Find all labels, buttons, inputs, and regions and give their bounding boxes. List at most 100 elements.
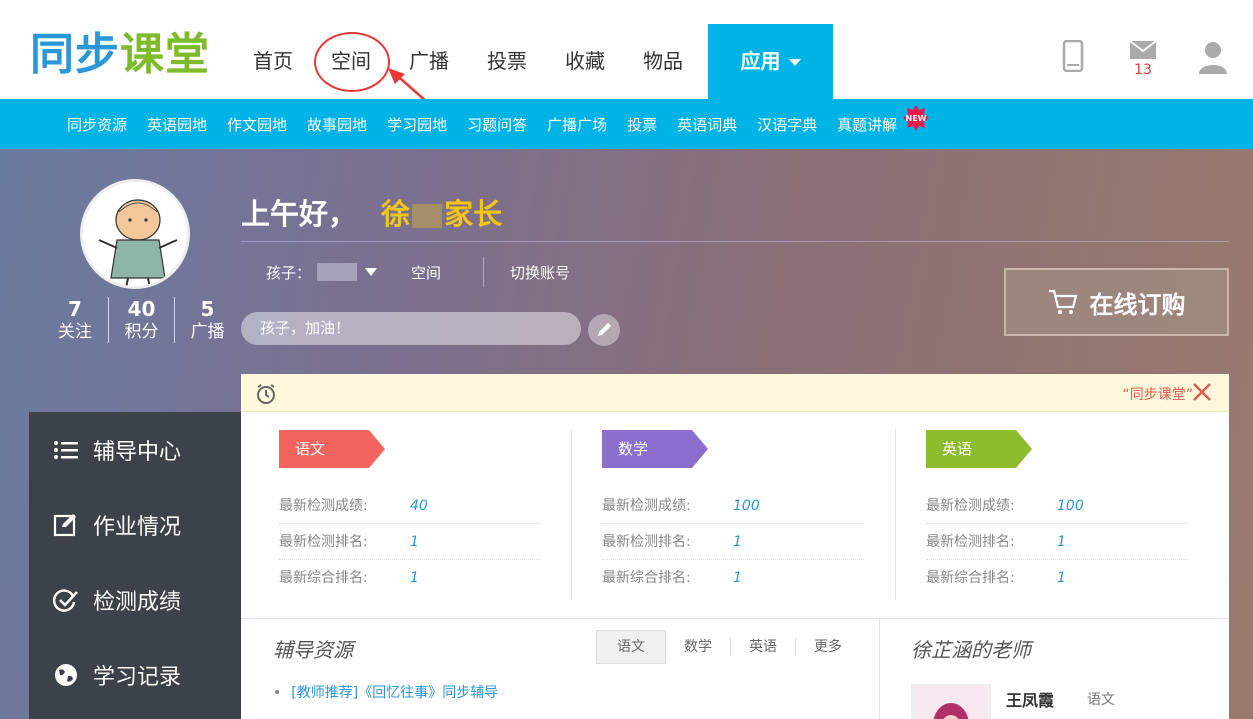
subject-card-yingyu: 英语 最新检测成绩: 100 最新检测排名: 1 最新综合排名: 1 [926,430,1188,596]
menu-item-study-records-label: 学习记录 [93,664,182,690]
subnav-item-sync-resources[interactable]: 同步资源 [57,114,137,135]
stat-broadcast[interactable]: 5 广播 [174,297,240,343]
main-nav: 首页 空间 广播 投票 收藏 物品 应用 [234,24,833,99]
child-select-caret-icon[interactable] [365,268,378,276]
child-space-link[interactable]: 空间 [411,262,441,283]
stat-following-label: 关注 [58,322,92,342]
section-divider [241,618,1229,619]
tab-yingyu[interactable]: 英语 [730,638,795,656]
nav-item-space[interactable]: 空间 [312,24,390,99]
subnav-item-essay-garden[interactable]: 作文园地 [217,114,297,135]
site-logo[interactable]: 同步课堂 [30,30,210,80]
subnav-item-chinese-dict[interactable]: 汉语字典 [747,114,827,135]
row-key: 最新检测成绩: [602,498,691,514]
subject-tag-yuwen[interactable]: 语文 [279,430,385,468]
subject-tag-shuxue[interactable]: 数学 [602,430,708,468]
cart-icon [1048,289,1077,314]
nav-item-apps[interactable]: 应用 [708,24,833,99]
motto-field[interactable]: 孩子，加油！ [241,312,581,345]
subject-card-yuwen: 语文 最新检测成绩: 40 最新检测排名: 1 最新综合排名: 1 [279,430,541,596]
nav-item-favorites[interactable]: 收藏 [546,24,624,99]
subject-row: 最新检测排名: 1 [926,524,1188,560]
menu-item-test-scores[interactable]: 检测成绩 [29,562,241,637]
check-circle-icon [53,588,78,612]
alarm-clock-icon [257,384,275,404]
subnav-item-broadcast-square[interactable]: 广播广场 [537,114,617,135]
tab-shuxue[interactable]: 数学 [666,638,730,656]
greeting-prefix: 上午好， [241,197,358,231]
row-value: 1 [733,534,742,550]
new-badge-icon: NEW [903,104,930,131]
greeting-name-first: 徐 [381,197,411,231]
menu-item-tutoring-center[interactable]: 辅导中心 [29,412,241,487]
mail-count-badge: 13 [1134,62,1152,78]
child-label: 孩子： [266,263,312,282]
edit-square-icon [53,513,76,536]
greeting-name: 徐家长 [381,197,502,231]
column-divider [571,430,572,600]
left-menu: 辅导中心 作业情况 检测成绩 学习记录 [29,412,241,719]
nav-item-items[interactable]: 物品 [624,24,702,99]
subject-row: 最新综合排名: 1 [279,560,541,596]
notice-marquee-text: “同步课堂” [1122,387,1193,403]
pencil-icon [598,323,611,336]
avatar[interactable] [80,179,190,289]
subnav-item-exam-explain[interactable]: 真题讲解 NEW [827,104,930,135]
subnav-item-exam-explain-label: 真题讲解 [837,115,898,134]
close-icon[interactable] [1191,381,1213,403]
teachers-title: 徐芷涵的老师 [911,638,1031,662]
list-icon [54,440,78,459]
new-badge-text: NEW [906,114,927,123]
subnav-item-vote[interactable]: 投票 [617,114,667,135]
subnav-item-study-garden[interactable]: 学习园地 [377,114,457,135]
online-order-button[interactable]: 在线订购 [1004,268,1229,336]
tab-yuwen[interactable]: 语文 [596,630,666,664]
stat-following-count: 7 [68,297,82,321]
stat-broadcast-label: 广播 [190,322,225,342]
subject-row: 最新检测成绩: 40 [279,488,541,524]
stat-points[interactable]: 40 积分 [108,297,174,343]
header-icons: 13 [1053,39,1233,86]
apps-label: 应用 [740,49,781,73]
logo-part2: 课堂 [120,29,210,80]
subject-row: 最新检测成绩: 100 [602,488,864,524]
stat-following[interactable]: 7 关注 [42,297,108,343]
teacher-name[interactable]: 王凤霞 [1006,687,1054,711]
subnav-item-english-dict[interactable]: 英语词典 [667,114,747,135]
subnav-item-english-garden[interactable]: 英语园地 [137,114,217,135]
edit-motto-button[interactable] [588,314,620,346]
stat-points-label: 积分 [124,322,159,342]
greeting-name-last: 家长 [444,197,503,231]
row-key: 最新综合排名: [279,570,368,586]
subject-row: 最新综合排名: 1 [602,560,864,596]
menu-item-homework[interactable]: 作业情况 [29,487,241,562]
mail-icon[interactable]: 13 [1123,40,1163,86]
globe-icon [55,663,77,686]
child-row-separator [483,257,485,287]
teacher-avatar[interactable] [911,684,991,719]
row-key: 最新检测排名: [926,534,1015,550]
child-name-redacted [317,263,358,281]
user-icon[interactable] [1193,40,1233,86]
switch-account-link[interactable]: 切换账号 [510,262,570,283]
mobile-icon[interactable] [1053,39,1093,86]
resource-link[interactable]: [教师推荐]《回忆往事》同步辅导 [273,682,498,702]
row-key: 最新检测成绩: [926,498,1015,514]
hero-divider [241,241,1229,242]
row-value: 1 [733,570,742,586]
subnav-item-story-garden[interactable]: 故事园地 [297,114,377,135]
profile-stats: 7 关注 40 积分 5 广播 [42,297,240,343]
column-divider [879,618,880,719]
tab-more[interactable]: 更多 [795,638,860,656]
nav-item-broadcast[interactable]: 广播 [390,24,468,99]
menu-item-study-records[interactable]: 学习记录 [29,637,241,712]
subnav-item-qa[interactable]: 习题问答 [457,114,537,135]
greeting: 上午好， 徐家长 [241,191,502,233]
subject-row: 最新检测排名: 1 [279,524,541,560]
row-value: 1 [1057,570,1066,586]
subject-tag-yingyu[interactable]: 英语 [926,430,1032,468]
nav-item-home[interactable]: 首页 [234,24,312,99]
resources-title: 辅导资源 [273,638,353,662]
nav-item-vote[interactable]: 投票 [468,24,546,99]
logo-part1: 同步 [30,29,120,80]
